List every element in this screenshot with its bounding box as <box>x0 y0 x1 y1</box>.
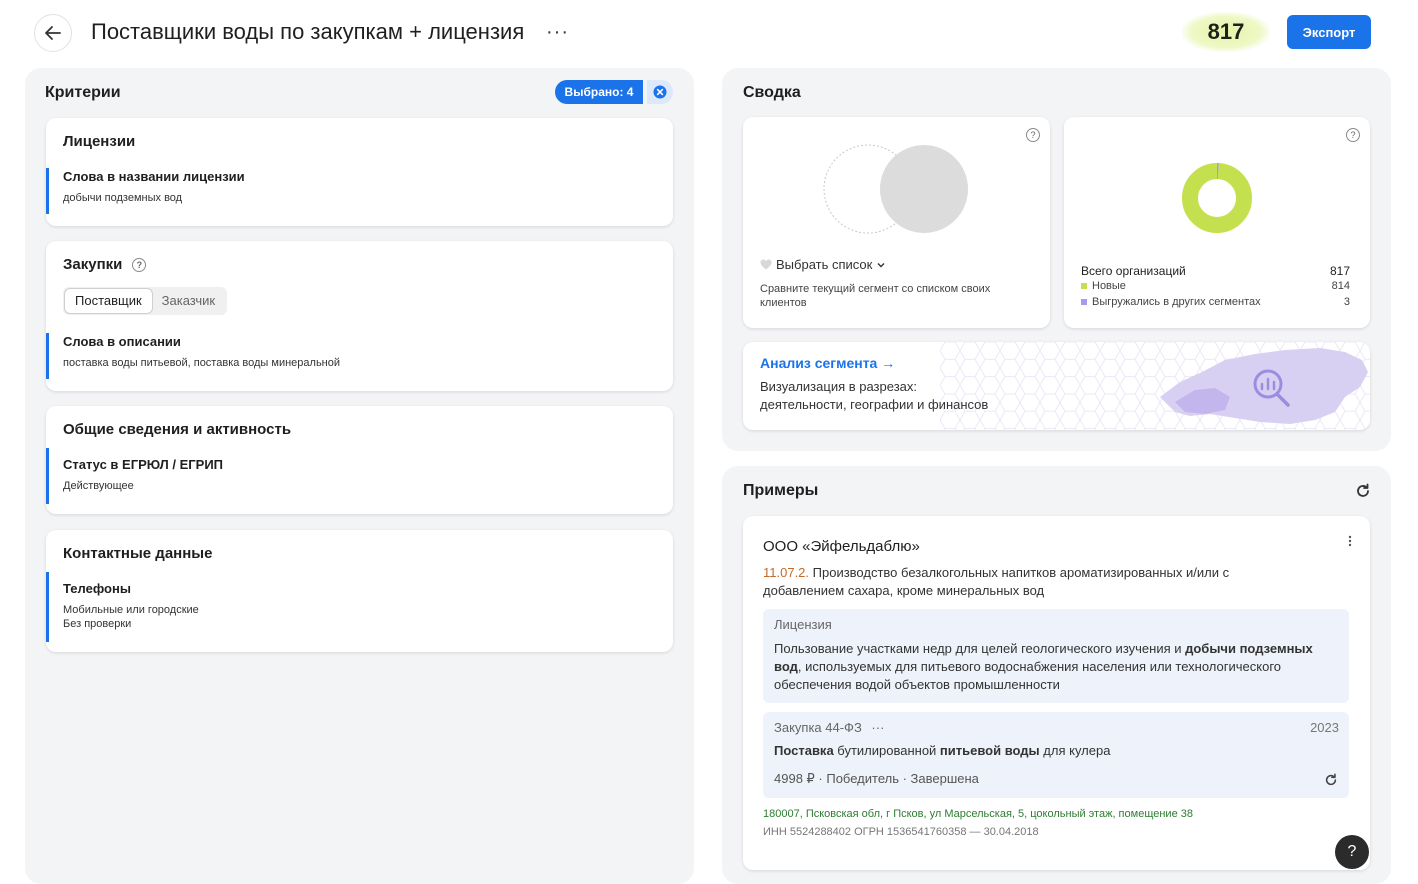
criterion-name: Слова в названии лицензии <box>63 169 245 184</box>
card-title: Закупки ? <box>63 256 147 273</box>
arrow-left-icon <box>45 26 61 40</box>
exported-orgs-value: 3 <box>1343 296 1350 308</box>
toggle-supplier[interactable]: Поставщик <box>65 289 152 313</box>
okved-code: 11.07.2. <box>763 565 810 580</box>
help-icon[interactable]: ? <box>132 257 147 272</box>
purchase-label-row: Закупка 44-ФЗ ··· <box>774 720 884 735</box>
purchase-meta: 4998 ₽ · Победитель · Завершена <box>774 771 979 786</box>
criteria-card-purchases[interactable]: Закупки ? Поставщик Заказчик Слова в опи… <box>46 241 673 391</box>
card-title-text: Закупки <box>63 256 123 273</box>
purchase-text: бутилированной <box>833 743 940 758</box>
criteria-card-licenses[interactable]: Лицензии Слова в названии лицензии добыч… <box>46 118 673 226</box>
help-button[interactable]: ? <box>1335 835 1369 869</box>
criterion-value: добычи подземных вод <box>63 192 183 204</box>
criterion-phones[interactable]: Телефоны Мобильные или городские Без про… <box>46 572 199 642</box>
purchase-label: Закупка 44-ФЗ <box>774 720 862 735</box>
purchase-highlight: питьевой воды <box>939 743 1040 758</box>
okved-text: Производство безалкогольных напитков аро… <box>763 565 1230 598</box>
purchase-year: 2023 <box>1310 720 1339 735</box>
refresh-icon[interactable] <box>1324 773 1338 787</box>
criterion-name: Статус в ЕГРЮЛ / ЕГРИП <box>63 457 224 472</box>
page-title: Поставщики воды по закупкам + лицензия <box>91 19 525 44</box>
description-line: деятельности, географии и финансов <box>760 397 989 412</box>
new-orgs-row: Новые 814 <box>1081 280 1350 292</box>
role-toggle: Поставщик Заказчик <box>63 287 228 315</box>
purchase-text: для кулера <box>1039 743 1111 758</box>
criterion-license-words[interactable]: Слова в названии лицензии добычи подземн… <box>46 168 245 214</box>
organizations-card: ? Всего организаций 817 Новые 814 Выгруж… <box>1064 117 1370 328</box>
compare-card: ? Выбрать список Сравните текущий сегмен… <box>743 117 1050 328</box>
back-button[interactable] <box>34 14 72 52</box>
segment-analysis-card[interactable]: Анализ сегмента → Визуализация в разреза… <box>743 342 1370 430</box>
criterion-name: Слова в описании <box>63 334 181 349</box>
criterion-description-words[interactable]: Слова в описании поставка воды питьевой,… <box>46 333 340 379</box>
card-title: Лицензии <box>63 133 136 150</box>
toggle-customer[interactable]: Заказчик <box>152 289 225 313</box>
purchase-more-button[interactable]: ··· <box>871 720 884 735</box>
criterion-name: Телефоны <box>63 581 131 596</box>
heart-icon <box>760 259 772 270</box>
examples-title: Примеры <box>743 482 819 499</box>
chevron-down-icon <box>877 262 885 267</box>
new-orgs-value: 814 <box>1331 280 1350 292</box>
criterion-egrul-status[interactable]: Статус в ЕГРЮЛ / ЕГРИП Действующее <box>46 448 223 504</box>
criterion-value: поставка воды питьевой, поставка воды ми… <box>63 357 341 369</box>
description-line: Визуализация в разрезах: <box>760 379 917 394</box>
help-icon[interactable]: ? <box>1346 128 1360 142</box>
criteria-title: Критерии <box>45 84 121 101</box>
venn-diagram-icon <box>823 144 968 234</box>
license-text: Пользование участками недр для целей гео… <box>774 640 1314 694</box>
top-bar: Поставщики воды по закупкам + лицензия ·… <box>0 0 1418 64</box>
criterion-value: Без проверки <box>63 618 132 630</box>
selected-count-badge[interactable]: Выбрано: 4 <box>555 80 643 104</box>
export-button[interactable]: Экспорт <box>1287 15 1371 49</box>
purchase-title: Поставка бутилированной питьевой воды дл… <box>774 743 1110 758</box>
criterion-value: Действующее <box>63 480 134 492</box>
exported-orgs-label: Выгружались в других сегментах <box>1092 296 1261 308</box>
segment-analysis-link[interactable]: Анализ сегмента → <box>760 355 895 371</box>
license-box: Лицензия Пользование участками недр для … <box>763 609 1349 703</box>
purchase-highlight: Поставка <box>774 743 834 758</box>
close-circle-icon <box>653 85 667 99</box>
license-label: Лицензия <box>774 617 832 632</box>
organizations-donut-chart <box>1182 163 1252 233</box>
company-ids: ИНН 5524288402 ОГРН 1536541760358 — 30.0… <box>763 826 1039 838</box>
segment-analysis-description: Визуализация в разрезах: деятельности, г… <box>760 378 1040 414</box>
clear-selection-button[interactable] <box>647 80 673 104</box>
license-text-part: Пользование участками недр для целей гео… <box>774 641 1186 656</box>
more-options-button[interactable]: ··· <box>546 20 569 44</box>
exported-orgs-row: Выгружались в других сегментах 3 <box>1081 296 1350 308</box>
total-orgs-row: Всего организаций 817 <box>1081 264 1350 278</box>
criterion-value: Мобильные или городские <box>63 604 199 616</box>
select-list-dropdown[interactable]: Выбрать список <box>760 257 886 272</box>
legend-swatch-new <box>1081 283 1087 290</box>
refresh-icon[interactable] <box>1355 483 1371 499</box>
criteria-card-contacts[interactable]: Контактные данные Телефоны Мобильные или… <box>46 530 673 652</box>
total-orgs-label: Всего организаций <box>1081 264 1186 278</box>
segment-count: 817 <box>1182 12 1270 52</box>
card-title: Контактные данные <box>63 545 213 562</box>
compare-description: Сравните текущий сегмент со списком свои… <box>760 283 991 309</box>
kebab-menu-icon[interactable] <box>1348 535 1352 547</box>
total-orgs-value: 817 <box>1329 264 1350 278</box>
help-icon[interactable]: ? <box>1026 128 1040 142</box>
legend-swatch-exported <box>1081 299 1087 306</box>
company-name[interactable]: ООО «Эйфельдаблю» <box>763 538 920 555</box>
select-list-label: Выбрать список <box>776 257 873 272</box>
license-text-part: , используемых для питьевого водоснабжен… <box>774 659 1282 692</box>
example-company-card[interactable]: ООО «Эйфельдаблю» 11.07.2. Производство … <box>743 516 1370 870</box>
company-okved: 11.07.2. Производство безалкогольных нап… <box>763 564 1303 600</box>
purchase-box: Закупка 44-ФЗ ··· 2023 Поставка бутилиро… <box>763 712 1349 798</box>
company-address: 180007, Псковская обл, г Псков, ул Марсе… <box>763 808 1193 820</box>
new-orgs-label: Новые <box>1092 280 1126 292</box>
criteria-card-general[interactable]: Общие сведения и активность Статус в ЕГР… <box>46 406 673 514</box>
summary-title: Сводка <box>743 84 801 101</box>
card-title: Общие сведения и активность <box>63 421 292 438</box>
